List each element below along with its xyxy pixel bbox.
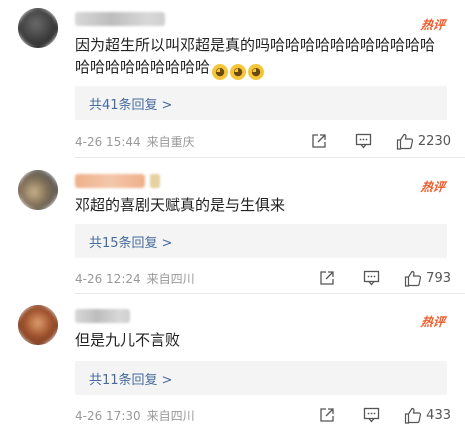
share-icon: [320, 408, 334, 422]
comment-button[interactable]: [355, 133, 372, 149]
timestamp: 4-26 15:44: [75, 135, 141, 149]
comment-text: 因为超生所以叫邓超是真的吗哈哈哈哈哈哈哈哈哈哈哈哈哈哈哈哈哈哈哈哈 ◕ ◕ ◕: [75, 34, 447, 80]
comment-icon: [364, 407, 380, 423]
reply-box: 共41条回复 >: [75, 86, 447, 120]
action-bar: 433: [319, 406, 451, 424]
like-icon: [405, 407, 422, 424]
avatar[interactable]: [18, 305, 58, 345]
comment-icon: [364, 270, 380, 286]
divider: [75, 157, 465, 158]
hot-comment-badge: 热评: [419, 315, 446, 329]
vip-badge-icon: [150, 174, 160, 188]
like-button[interactable]: 793: [404, 270, 451, 287]
username-blurred[interactable]: [75, 309, 130, 323]
laughing-emoji-icon: ◕: [230, 64, 247, 80]
hot-comment-badge: 热评: [419, 18, 446, 32]
like-icon: [396, 133, 413, 150]
comment-text: 但是九儿不言败: [75, 331, 181, 349]
view-replies-link[interactable]: 共41条回复 >: [89, 94, 172, 113]
comment-meta: 4-26 12:24 来自四川: [75, 270, 195, 287]
location: 来自重庆: [146, 135, 195, 149]
avatar[interactable]: [18, 8, 58, 48]
comment-item: 热评 因为超生所以叫邓超是真的吗哈哈哈哈哈哈哈哈哈哈哈哈哈哈哈哈哈哈哈哈 ◕ ◕ ◕ …: [0, 8, 465, 158]
like-count: 793: [426, 270, 451, 286]
laughing-emoji-icon: ◕: [248, 64, 265, 80]
reply-count-label: 共41条回复: [89, 98, 158, 113]
comment-button[interactable]: [363, 407, 380, 423]
reply-count-label: 共11条回复: [89, 373, 158, 388]
like-count: 433: [426, 407, 451, 423]
reply-box: 共11条回复 >: [75, 361, 447, 395]
comment-list: 热评 因为超生所以叫邓超是真的吗哈哈哈哈哈哈哈哈哈哈哈哈哈哈哈哈哈哈哈哈 ◕ ◕ ◕ …: [0, 0, 465, 431]
comment-meta: 4-26 17:30 来自四川: [75, 407, 195, 424]
chevron-right-icon: >: [161, 98, 173, 113]
view-replies-link[interactable]: 共15条回复 >: [89, 232, 172, 251]
comment-item: 热评 但是九儿不言败 共11条回复 > 4-26 17:30 来自四川 433: [0, 305, 465, 431]
share-button[interactable]: [311, 133, 327, 149]
chevron-right-icon: >: [161, 236, 173, 251]
divider: [75, 293, 465, 294]
share-button[interactable]: [319, 270, 335, 286]
like-count: 2230: [417, 133, 451, 149]
avatar[interactable]: [18, 170, 58, 210]
laughing-emoji-icon: ◕: [212, 64, 229, 80]
location: 来自四川: [146, 409, 195, 423]
reply-count-label: 共15条回复: [89, 236, 158, 251]
share-icon: [312, 134, 326, 148]
action-bar: 2230: [311, 132, 451, 150]
comment-text: 邓超的喜剧天赋真的是与生俱来: [75, 196, 286, 214]
like-button[interactable]: 433: [404, 407, 451, 424]
comment-icon: [355, 133, 372, 149]
comment-meta: 4-26 15:44 来自重庆: [75, 133, 195, 150]
timestamp: 4-26 17:30: [75, 409, 141, 423]
share-button[interactable]: [319, 407, 335, 423]
username-blurred[interactable]: [75, 174, 145, 188]
timestamp: 4-26 12:24: [75, 272, 141, 286]
reply-box: 共15条回复 >: [75, 224, 447, 258]
view-replies-link[interactable]: 共11条回复 >: [89, 369, 172, 388]
username-blurred[interactable]: [75, 12, 165, 26]
comment-item: 热评 邓超的喜剧天赋真的是与生俱来 共15条回复 > 4-26 12:24 来自四川…: [0, 170, 465, 300]
hot-comment-badge: 热评: [419, 180, 446, 194]
share-icon: [320, 271, 334, 285]
like-button[interactable]: 2230: [396, 133, 451, 150]
chevron-right-icon: >: [161, 373, 173, 388]
like-icon: [405, 270, 422, 287]
comment-button[interactable]: [363, 270, 380, 286]
action-bar: 793: [319, 269, 451, 287]
location: 来自四川: [146, 272, 195, 286]
